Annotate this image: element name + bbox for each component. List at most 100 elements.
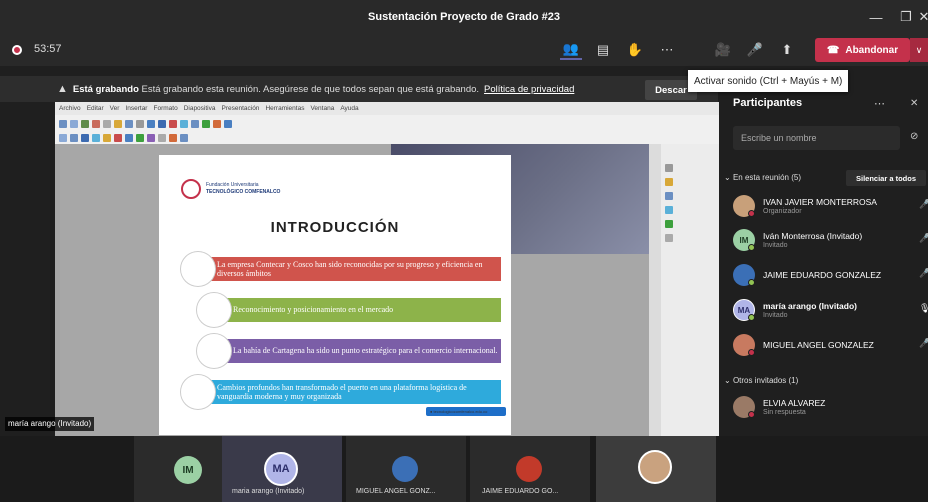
menu-item[interactable]: Ayuda — [340, 105, 358, 112]
self-view-label: maría arango (Invitado) — [5, 417, 95, 431]
tool-icon[interactable] — [665, 192, 673, 200]
tool-icon[interactable] — [169, 133, 177, 142]
chat-icon[interactable]: ▤ — [592, 40, 614, 60]
avatar — [516, 456, 542, 482]
participant-name: MIGUEL ANGEL GONZ... — [356, 488, 436, 495]
participant-tile[interactable] — [596, 436, 716, 502]
recording-banner: ▲ Está grabando Está grabando esta reuni… — [0, 76, 718, 102]
participant-name: maria arango (Invitado) — [232, 488, 305, 495]
other-invitees-label: Otros invitados (1) — [732, 376, 799, 385]
privacy-policy-link[interactable]: Política de privacidad — [484, 84, 574, 95]
presentation-slide: Fundación Universitaria TECNOLÓGICO COMF… — [159, 155, 511, 435]
other-invitees-section[interactable]: ⌄ Otros invitados (1) — [724, 376, 798, 385]
people-icon[interactable]: 👥 — [560, 40, 582, 60]
tool-icon[interactable] — [70, 133, 78, 142]
presence-icon — [748, 244, 755, 251]
maximize-button[interactable]: ❐ — [892, 0, 920, 34]
more-actions-icon[interactable]: ⋯ — [656, 40, 678, 60]
tool-icon[interactable] — [147, 119, 155, 128]
slide-url: ● tecnologicocomfenalco.edu.co — [426, 407, 506, 416]
tool-icon[interactable] — [103, 119, 111, 128]
slide-item-4: Cambios profundos han transformado el pu… — [211, 380, 501, 404]
tool-icon[interactable] — [136, 133, 144, 142]
close-button[interactable]: ✕ — [918, 0, 928, 34]
tool-icon[interactable] — [191, 119, 199, 128]
mic-off-icon: 🎤 — [919, 268, 928, 278]
menu-item[interactable]: Archivo — [59, 105, 81, 112]
tool-icon[interactable] — [114, 133, 122, 142]
tool-icon[interactable] — [81, 119, 89, 128]
participant-search-input[interactable]: Escribe un nombre — [733, 126, 900, 150]
tool-icon[interactable] — [103, 133, 111, 142]
menu-item[interactable]: Herramientas — [265, 105, 304, 112]
mic-off-icon: 🎤 — [919, 199, 928, 209]
chevron-down-icon: ⌄ — [724, 173, 731, 182]
camera-off-icon[interactable]: 🎥 — [712, 40, 734, 60]
menu-item[interactable]: Ver — [110, 105, 120, 112]
avatar — [638, 450, 672, 484]
tool-icon[interactable] — [59, 119, 67, 128]
mic-off-icon: 🎤 — [919, 338, 928, 348]
tool-icon[interactable] — [147, 133, 155, 142]
tool-icon[interactable] — [180, 133, 188, 142]
mic-on-icon: 🎙 — [919, 303, 928, 313]
chevron-down-icon: ⌄ — [724, 376, 731, 385]
logo-line-1: Fundación Universitaria — [206, 182, 259, 188]
window-titlebar: Sustentación Proyecto de Grado #23 — [0, 0, 928, 34]
tool-icon[interactable] — [136, 119, 144, 128]
in-meeting-section[interactable]: ⌄ En esta reunión (5) — [724, 173, 801, 182]
leave-button[interactable]: ☎ Abandonar — [815, 38, 910, 62]
slide-title: INTRODUCCIÓN — [270, 219, 400, 236]
tool-icon[interactable] — [665, 178, 673, 186]
tool-icon[interactable] — [59, 133, 67, 142]
tool-icon[interactable] — [169, 119, 177, 128]
menu-item[interactable]: Presentación — [221, 105, 259, 112]
banner-strong: Está grabando — [72, 83, 139, 95]
leave-label: Abandonar — [845, 44, 899, 56]
presence-icon — [748, 314, 755, 321]
mute-all-button[interactable]: Silenciar a todos — [846, 170, 926, 186]
app-toolbar-1 — [55, 117, 655, 130]
more-options-icon[interactable]: ⋯ — [874, 97, 885, 110]
tool-icon[interactable] — [665, 234, 673, 242]
slide-item-circle — [181, 252, 215, 286]
menu-item[interactable]: Insertar — [125, 105, 147, 112]
raise-hand-icon[interactable]: ✋ — [624, 40, 646, 60]
app-menubar: Archivo Editar Ver Insertar Formato Diap… — [55, 102, 719, 115]
vertical-scrollbar[interactable] — [649, 144, 661, 440]
share-tray-icon[interactable]: ⬆ — [776, 40, 798, 60]
participant-name: JAIME EDUARDO GO... — [482, 488, 559, 495]
slide-item-circle — [197, 334, 231, 368]
tool-icon[interactable] — [224, 119, 232, 128]
menu-item[interactable]: Ventana — [310, 105, 334, 112]
tool-icon[interactable] — [665, 220, 673, 228]
tool-icon[interactable] — [213, 119, 221, 128]
menu-item[interactable]: Editar — [87, 105, 104, 112]
tool-icon[interactable] — [92, 119, 100, 128]
close-pane-icon[interactable]: ✕ — [910, 98, 918, 109]
tool-icon[interactable] — [125, 133, 133, 142]
tool-icon[interactable] — [81, 133, 89, 142]
menu-item[interactable]: Diapositiva — [184, 105, 216, 112]
tool-icon[interactable] — [665, 164, 673, 172]
tool-icon[interactable] — [125, 119, 133, 128]
invite-link-icon[interactable]: ⊘ — [910, 131, 918, 142]
leave-dropdown-button[interactable]: ∨ — [910, 38, 928, 62]
menu-item[interactable]: Formato — [153, 105, 177, 112]
window-title: Sustentación Proyecto de Grado #23 — [368, 11, 560, 23]
tool-icon[interactable] — [158, 119, 166, 128]
tool-icon[interactable] — [180, 119, 188, 128]
participant-role: Sin respuesta — [763, 409, 806, 416]
minimize-button[interactable]: — — [862, 0, 890, 34]
mic-off-icon[interactable]: 🎤 — [744, 40, 766, 60]
tool-icon[interactable] — [92, 133, 100, 142]
logo-line-2: TECNOLÓGICO COMFENALCO — [206, 189, 281, 195]
slide-item-3: La bahía de Cartagena ha sido un punto e… — [227, 339, 501, 363]
banner-text: Está grabando esta reunión. Asegúrese de… — [141, 83, 480, 95]
tool-icon[interactable] — [665, 206, 673, 214]
tool-icon[interactable] — [202, 119, 210, 128]
participant-name: MIGUEL ANGEL GONZALEZ — [763, 340, 874, 350]
tool-icon[interactable] — [114, 119, 122, 128]
tool-icon[interactable] — [158, 133, 166, 142]
tool-icon[interactable] — [70, 119, 78, 128]
